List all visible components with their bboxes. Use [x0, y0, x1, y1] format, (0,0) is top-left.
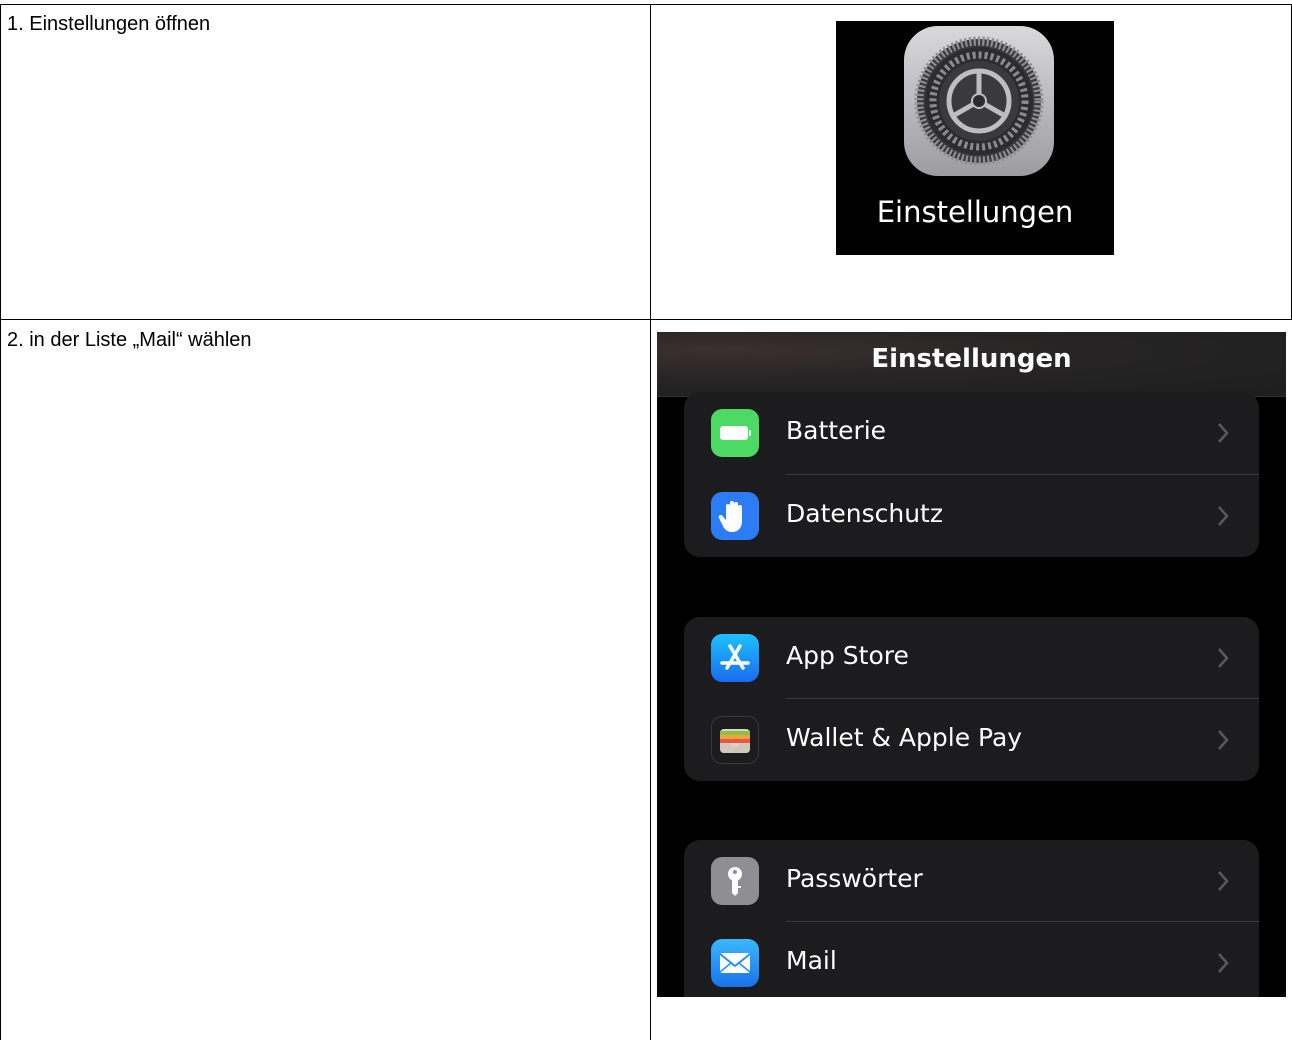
chevron-right-icon: [1217, 422, 1229, 449]
settings-row-label: Datenschutz: [786, 499, 943, 528]
mail-icon: [711, 939, 759, 987]
app-store-icon: [711, 634, 759, 682]
settings-row-label: Mail: [786, 946, 837, 975]
step-1-text: 1. Einstellungen öffnen: [7, 13, 211, 35]
table-border-top: [0, 4, 1292, 5]
settings-row-label: Passwörter: [786, 864, 923, 893]
chevron-right-icon: [1217, 729, 1229, 756]
nav-title: Einstellungen: [871, 344, 1072, 374]
settings-group: App Store Wallet & Apple Pay: [684, 617, 1259, 781]
settings-row-privacy[interactable]: Datenschutz: [684, 475, 1259, 557]
hand-icon: [711, 492, 759, 540]
settings-group: Batterie Datenschutz: [684, 392, 1259, 557]
instruction-table: 1. Einstellungen öffnen 2. in der Liste …: [0, 0, 1292, 1040]
table-row-divider: [0, 319, 1292, 320]
settings-row-label: App Store: [786, 641, 909, 670]
settings-group: Passwörter Mail: [684, 840, 1259, 997]
settings-list-screenshot: Einstellungen Batterie Datenschutz App S…: [657, 332, 1286, 997]
gear-icon[interactable]: [904, 26, 1054, 176]
nav-bar: Einstellungen: [657, 332, 1286, 397]
table-border-left: [0, 4, 1, 1040]
battery-icon: [711, 409, 759, 457]
chevron-right-icon: [1217, 647, 1229, 674]
table-column-divider: [650, 4, 651, 1040]
settings-row-wallet[interactable]: Wallet & Apple Pay: [684, 699, 1259, 781]
settings-row-label: Batterie: [786, 416, 887, 445]
settings-row-label: Wallet & Apple Pay: [786, 723, 1023, 752]
chevron-right-icon: [1217, 505, 1229, 532]
step-2-text: 2. in der Liste „Mail“ wählen: [7, 329, 252, 351]
chevron-right-icon: [1217, 952, 1229, 979]
settings-row-battery[interactable]: Batterie: [684, 392, 1259, 475]
app-label: Einstellungen: [876, 195, 1074, 229]
chevron-right-icon: [1217, 870, 1229, 897]
settings-row-mail[interactable]: Mail: [684, 922, 1259, 997]
settings-row-app-store[interactable]: App Store: [684, 617, 1259, 699]
wallet-icon: [711, 716, 759, 764]
settings-app-screenshot: Einstellungen: [836, 21, 1114, 255]
key-icon: [711, 857, 759, 905]
settings-row-passwords[interactable]: Passwörter: [684, 840, 1259, 922]
